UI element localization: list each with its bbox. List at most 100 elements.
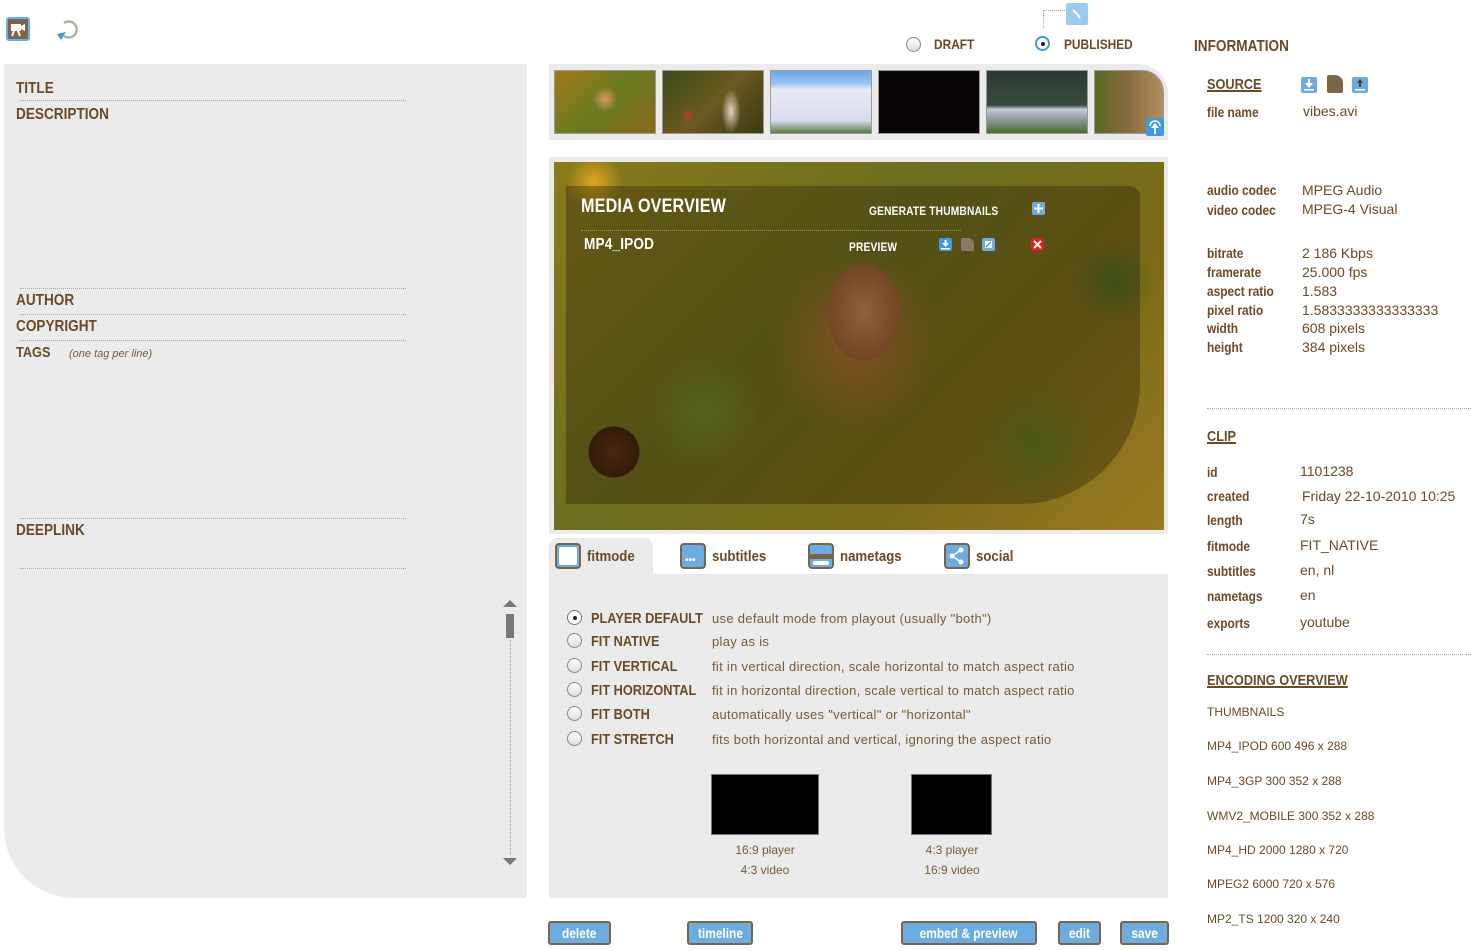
info-key: audio codec — [1207, 182, 1277, 198]
scrollbar-thumb[interactable] — [506, 614, 514, 638]
scrollbar-track[interactable] — [510, 640, 511, 855]
draft-radio[interactable] — [906, 37, 921, 52]
preview-label[interactable]: PREVIEW — [849, 240, 897, 254]
add-icon[interactable] — [1032, 202, 1045, 215]
tag-icon[interactable] — [1327, 75, 1343, 93]
media-overview-title: MEDIA OVERVIEW — [581, 196, 727, 217]
info-value: 25.000 fps — [1302, 264, 1368, 280]
preview-caption: 4:3 player — [925, 843, 979, 857]
upload-icon[interactable] — [1352, 77, 1368, 93]
subtitles-icon: ••• — [680, 543, 706, 569]
metadata-panel: TITLE DESCRIPTION AUTHOR COPYRIGHT TAGS … — [4, 64, 527, 898]
radio[interactable] — [567, 658, 582, 673]
info-value: FIT_NATIVE — [1300, 537, 1379, 553]
clip-heading[interactable]: CLIP — [1207, 428, 1236, 445]
info-key: fitmode — [1207, 538, 1250, 554]
clock-icon[interactable] — [1066, 3, 1088, 25]
divider — [20, 518, 406, 519]
radio[interactable] — [567, 633, 582, 648]
info-key: width — [1207, 320, 1239, 336]
encoding-item[interactable]: MP4_3GP 300 352 x 288 — [1207, 774, 1342, 788]
thumbnail[interactable] — [554, 70, 656, 134]
save-button[interactable]: save — [1120, 921, 1169, 945]
preview-caption: 4:3 video — [740, 863, 790, 877]
info-value: en — [1300, 587, 1316, 603]
button-label: embed & preview — [920, 925, 1018, 941]
encoding-overview-heading[interactable]: ENCODING OVERVIEW — [1207, 672, 1348, 689]
divider — [20, 288, 406, 289]
radio[interactable] — [567, 682, 582, 697]
thumbnail-strip — [549, 64, 1168, 140]
deeplink-label: DEEPLINK — [16, 522, 85, 539]
source-heading[interactable]: SOURCE — [1207, 76, 1262, 93]
radio[interactable] — [567, 731, 582, 746]
fit-desc: fit in horizontal direction, scale verti… — [712, 683, 1075, 698]
fit-desc: fits both horizontal and vertical, ignor… — [712, 732, 1052, 747]
tab-social[interactable]: social — [944, 538, 1019, 574]
info-value: Friday 22-10-2010 10:25 — [1302, 488, 1456, 504]
tab-subtitles[interactable]: ••• subtitles — [680, 538, 774, 574]
title-input[interactable] — [20, 100, 406, 101]
info-value: 2 186 Kbps — [1302, 245, 1373, 261]
encoding-item[interactable]: THUMBNAILS — [1207, 705, 1284, 719]
copyright-input[interactable] — [20, 340, 406, 341]
tags-label: TAGS — [16, 344, 51, 361]
encoding-item[interactable]: MPEG2 6000 720 x 576 — [1207, 877, 1335, 891]
fit-name: FIT BOTH — [591, 706, 650, 723]
camera-icon[interactable] — [6, 17, 30, 41]
tab-label: social — [976, 547, 1014, 565]
upload-icon[interactable] — [1146, 118, 1164, 136]
thumbnail[interactable] — [770, 70, 872, 134]
fit-desc: automatically uses "vertical" or "horizo… — [712, 707, 971, 722]
embed-preview-button[interactable]: embed & preview — [901, 921, 1037, 945]
info-key: file name — [1207, 104, 1259, 120]
radio[interactable] — [567, 706, 582, 721]
tab-nametags[interactable]: nametags — [808, 538, 910, 574]
timeline-button[interactable]: timeline — [687, 921, 753, 945]
author-input[interactable] — [20, 314, 406, 315]
thumbnail[interactable] — [662, 70, 764, 134]
edit-button[interactable]: edit — [1058, 921, 1101, 945]
media-overview-panel: MEDIA OVERVIEW GENERATE THUMBNAILS MP4_I… — [566, 186, 1140, 504]
encoding-item[interactable]: MP4_IPOD 600 496 x 288 — [1207, 739, 1347, 753]
info-key: video codec — [1207, 202, 1276, 218]
info-key: length — [1207, 512, 1243, 528]
delete-button[interactable]: delete — [548, 921, 611, 945]
thumbnail[interactable] — [986, 70, 1088, 134]
encoding-item[interactable]: WMV2_MOBILE 300 352 x 288 — [1207, 809, 1374, 823]
encoding-item[interactable]: MP4_HD 2000 1280 x 720 — [1207, 843, 1348, 857]
radio[interactable] — [567, 610, 582, 625]
refresh-icon[interactable] — [55, 16, 81, 42]
info-key: bitrate — [1207, 245, 1244, 261]
tab-fitmode[interactable]: fitmode — [549, 538, 653, 574]
divider — [581, 230, 961, 231]
encoding-name: MP4_IPOD — [584, 236, 655, 253]
info-key: id — [1207, 464, 1218, 480]
delete-encoding-icon[interactable] — [1031, 238, 1044, 251]
encoding-item[interactable]: MP2_TS 1200 320 x 240 — [1207, 912, 1340, 926]
deeplink-input[interactable] — [20, 568, 406, 569]
download-icon[interactable] — [939, 238, 952, 251]
generate-thumbnails-label[interactable]: GENERATE THUMBNAILS — [869, 204, 998, 218]
description-input[interactable] — [16, 128, 406, 284]
info-value: 1.5833333333333333 — [1302, 302, 1439, 318]
info-value: 7s — [1300, 511, 1315, 527]
tag-icon[interactable] — [961, 238, 974, 251]
published-label: PUBLISHED — [1064, 36, 1133, 52]
tags-input[interactable] — [16, 364, 406, 514]
button-label: delete — [562, 925, 597, 941]
edit-icon[interactable] — [982, 238, 995, 251]
scroll-down-arrow[interactable] — [503, 858, 517, 865]
download-icon[interactable] — [1301, 77, 1317, 93]
button-label: edit — [1068, 925, 1091, 941]
divider — [1207, 408, 1471, 409]
title-label: TITLE — [16, 80, 54, 97]
info-value: en, nl — [1300, 562, 1335, 578]
schedule-connector — [1043, 10, 1067, 28]
published-radio[interactable] — [1035, 36, 1050, 51]
fit-name: PLAYER DEFAULT — [591, 610, 703, 627]
thumbnail[interactable] — [878, 70, 980, 134]
scroll-up-arrow[interactable] — [503, 600, 517, 607]
tab-label: subtitles — [712, 547, 767, 565]
info-key: subtitles — [1207, 563, 1256, 579]
